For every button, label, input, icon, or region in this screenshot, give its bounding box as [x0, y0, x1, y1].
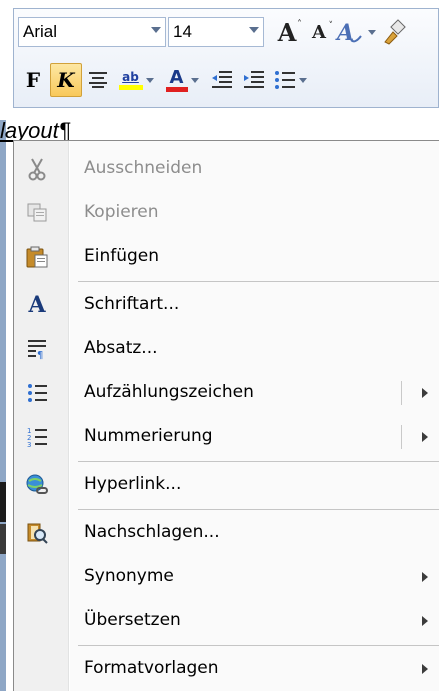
- menu-item-font[interactable]: A Schriftart...: [14, 283, 439, 327]
- chevron-down-icon[interactable]: [249, 27, 259, 33]
- menu-separator: [78, 645, 439, 646]
- decrease-indent-button[interactable]: [206, 63, 238, 97]
- menu-item-label: Aufzählungszeichen: [84, 382, 254, 402]
- menu-item-label: Schriftart...: [84, 294, 180, 314]
- hyperlink-icon: [24, 472, 50, 498]
- font-icon: A: [28, 292, 46, 318]
- menu-item-label: Übersetzen: [84, 610, 181, 630]
- grow-font-button[interactable]: A ˄: [270, 15, 304, 49]
- paste-icon: [24, 244, 50, 270]
- paragraph-icon: ¶: [24, 336, 50, 362]
- menu-item-translate[interactable]: Übersetzen: [14, 599, 439, 643]
- menu-item-cut[interactable]: Ausschneiden: [14, 147, 439, 191]
- split-divider: [401, 425, 402, 449]
- bold-icon: F: [25, 68, 41, 92]
- menu-item-paragraph[interactable]: ¶ Absatz...: [14, 327, 439, 371]
- chevron-down-icon: [190, 77, 199, 83]
- font-color-button[interactable]: A: [162, 63, 202, 97]
- bullets-icon: [274, 71, 295, 89]
- svg-text:A: A: [335, 20, 354, 46]
- svg-text:¶: ¶: [37, 350, 43, 360]
- font-color-icon: A: [165, 68, 188, 92]
- menu-separator: [78, 461, 439, 462]
- toolbar-row-2: F K ab A: [18, 61, 310, 99]
- shrink-font-icon: A: [312, 21, 326, 43]
- toolbar-row-1: Arial 14 A ˄ A ˅ A: [18, 13, 410, 51]
- bullets-icon: [24, 380, 50, 406]
- svg-text:3: 3: [27, 441, 31, 448]
- styles-button[interactable]: A: [334, 15, 376, 49]
- format-painter-icon: [384, 19, 406, 45]
- ruler-dark-segment: [0, 524, 6, 554]
- center-align-icon: [89, 72, 107, 88]
- menu-item-paste[interactable]: Einfügen: [14, 235, 439, 279]
- format-painter-button[interactable]: [376, 15, 410, 49]
- menu-item-label: Nachschlagen...: [84, 522, 220, 542]
- bullets-button[interactable]: [270, 63, 310, 97]
- submenu-arrow-icon[interactable]: [422, 388, 428, 398]
- chevron-down-icon: [145, 77, 154, 83]
- menu-item-label: Kopieren: [84, 202, 159, 222]
- menu-item-hyperlink[interactable]: Hyperlink...: [14, 463, 439, 507]
- font-name-combo[interactable]: Arial: [18, 17, 166, 47]
- italic-button[interactable]: K: [50, 63, 82, 97]
- grow-font-icon: A: [277, 17, 297, 47]
- caret-down-icon: ˅: [328, 21, 334, 31]
- highlight-button[interactable]: ab: [114, 63, 158, 97]
- chevron-down-icon: [298, 77, 307, 83]
- menu-item-label: Absatz...: [84, 338, 158, 358]
- caret-up-icon: ˄: [297, 19, 302, 30]
- menu-item-bullets[interactable]: Aufzählungszeichen: [14, 371, 439, 415]
- submenu-arrow-icon: [422, 572, 428, 582]
- submenu-arrow-icon[interactable]: [422, 432, 428, 442]
- research-icon: [24, 520, 50, 546]
- submenu-arrow-icon: [422, 664, 428, 674]
- ruler-strip: [0, 120, 6, 691]
- menu-item-styles[interactable]: Formatvorlagen: [14, 647, 439, 691]
- bold-button[interactable]: F: [18, 63, 48, 97]
- menu-item-label: Einfügen: [84, 246, 160, 266]
- shrink-font-button[interactable]: A ˅: [304, 15, 334, 49]
- increase-indent-button[interactable]: [238, 63, 270, 97]
- font-size-combo[interactable]: 14: [168, 17, 264, 47]
- font-size-value: 14: [173, 22, 192, 41]
- menu-item-label: Synonyme: [84, 566, 174, 586]
- split-divider: [401, 381, 402, 405]
- scissors-icon: [24, 156, 50, 182]
- italic-icon: K: [57, 68, 75, 92]
- center-align-button[interactable]: [82, 63, 114, 97]
- submenu-arrow-icon: [422, 616, 428, 626]
- menu-item-synonyms[interactable]: Synonyme: [14, 555, 439, 599]
- menu-item-copy[interactable]: Kopieren: [14, 191, 439, 235]
- font-name-value: Arial: [23, 22, 58, 41]
- menu-item-research[interactable]: Nachschlagen...: [14, 511, 439, 555]
- menu-item-label: Formatvorlagen: [84, 658, 219, 678]
- copy-icon: [24, 200, 50, 226]
- chevron-down-icon: [367, 29, 376, 35]
- menu-item-label: Hyperlink...: [84, 474, 182, 494]
- menu-item-label: Ausschneiden: [84, 158, 203, 178]
- chevron-down-icon[interactable]: [151, 27, 161, 33]
- ruler-dark-segment: [0, 482, 6, 522]
- menu-item-numbering[interactable]: 123 Nummerierung: [14, 415, 439, 459]
- highlight-icon: ab: [118, 70, 143, 90]
- menu-separator: [78, 509, 439, 510]
- context-menu: Ausschneiden Kopieren Einfügen A Schrift…: [13, 140, 439, 691]
- decrease-indent-icon: [212, 71, 232, 88]
- mini-toolbar: Arial 14 A ˄ A ˅ A F K ab A: [13, 8, 439, 108]
- increase-indent-icon: [244, 71, 264, 88]
- styles-icon: A: [335, 20, 362, 46]
- menu-item-label: Nummerierung: [84, 426, 213, 446]
- numbering-icon: 123: [24, 424, 50, 450]
- menu-separator: [78, 281, 439, 282]
